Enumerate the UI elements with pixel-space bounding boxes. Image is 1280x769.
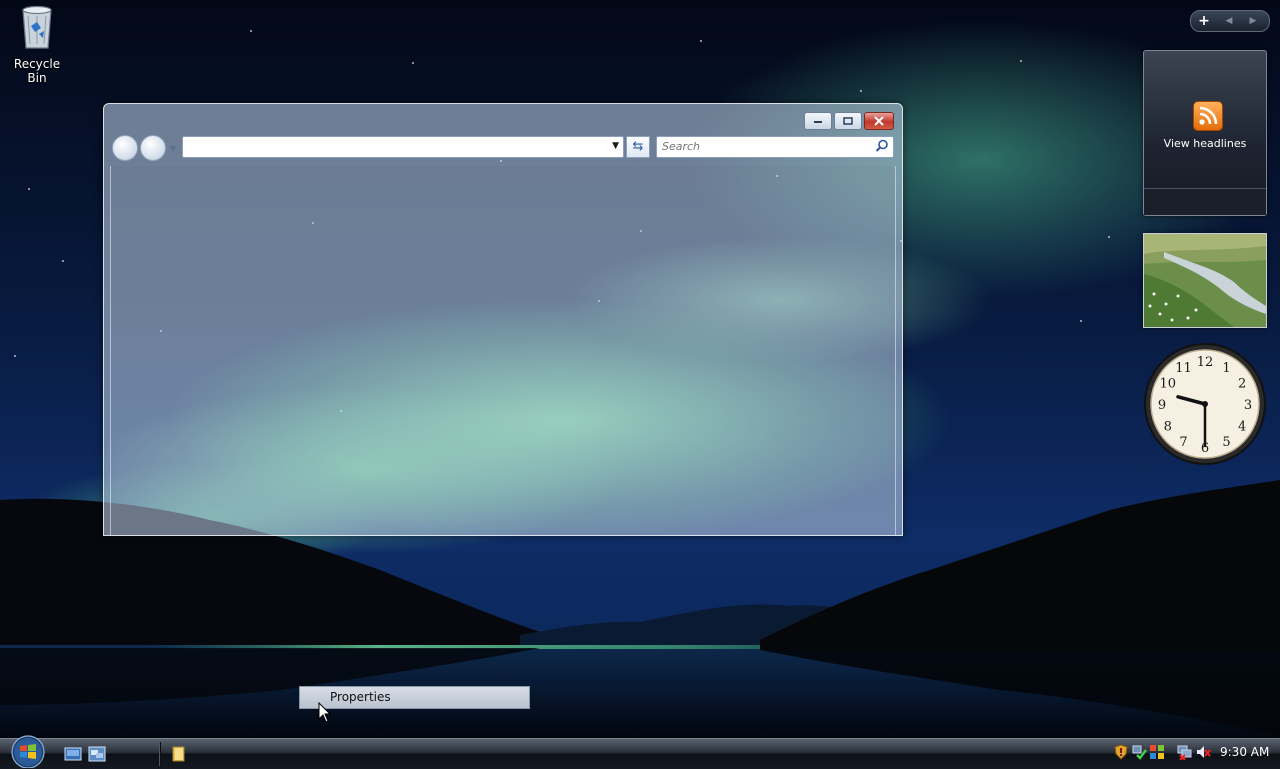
minimize-button[interactable] <box>804 112 832 130</box>
taskbar-clock[interactable]: 9:30 AM <box>1220 745 1269 759</box>
rss-feed-icon <box>1193 101 1223 131</box>
feed-gadget-footer <box>1144 188 1266 215</box>
minimize-icon <box>814 121 822 123</box>
clock-numeral: 9 <box>1158 398 1166 413</box>
sidebar-controls: + ◀ ▶ <box>1190 10 1270 32</box>
back-button[interactable] <box>112 135 138 161</box>
switch-windows-icon[interactable] <box>88 746 106 762</box>
forward-button[interactable] <box>140 135 166 161</box>
network-disconnected-icon[interactable] <box>1177 744 1193 760</box>
refresh-icon: ⇆ <box>632 139 644 154</box>
feed-headlines-gadget[interactable]: View headlines <box>1143 50 1267 216</box>
previous-page-button[interactable]: ◀ <box>1217 16 1241 26</box>
address-dropdown-icon[interactable]: ▼ <box>612 141 619 151</box>
clock-numeral: 3 <box>1244 398 1252 413</box>
window-content-pane[interactable] <box>110 166 896 535</box>
folder-icon[interactable] <box>171 746 187 762</box>
security-shield-icon[interactable] <box>1113 744 1129 760</box>
mouse-cursor-icon <box>318 702 332 723</box>
clock-numeral: 10 <box>1160 377 1177 392</box>
next-page-button[interactable]: ▶ <box>1241 16 1265 26</box>
clock-numeral: 1 <box>1222 361 1230 376</box>
landscape-photo <box>1144 234 1266 327</box>
window-controls <box>802 112 894 130</box>
taskbar <box>0 738 1280 769</box>
windows-flag-icon[interactable] <box>1149 744 1165 760</box>
clock-numeral: 2 <box>1238 377 1246 392</box>
recycle-bin-icon <box>22 5 52 49</box>
close-icon <box>874 116 884 126</box>
explorer-window[interactable]: ▼ ▼ ⇆ <box>103 103 903 536</box>
maximize-icon <box>843 117 853 125</box>
clock-numeral: 4 <box>1238 420 1246 435</box>
refresh-button[interactable]: ⇆ <box>626 136 650 158</box>
recent-pages-dropdown-icon[interactable]: ▼ <box>170 144 176 153</box>
view-headlines-label[interactable]: View headlines <box>1144 137 1266 150</box>
clock-numeral: 11 <box>1175 361 1192 376</box>
clock-gadget[interactable]: 12 1 2 3 4 5 6 7 8 9 10 11 <box>1143 342 1267 466</box>
navigation-bar: ▼ ▼ ⇆ <box>112 134 894 161</box>
slideshow-gadget[interactable] <box>1143 233 1267 328</box>
analog-clock: 12 1234567891011 <box>1144 343 1266 465</box>
recycle-bin-label: Recycle Bin <box>13 57 61 85</box>
search-box[interactable] <box>656 136 894 158</box>
properties-menu-item[interactable]: Properties <box>330 690 391 704</box>
search-icon[interactable] <box>875 139 889 153</box>
add-gadget-button[interactable]: + <box>1191 13 1217 29</box>
close-button[interactable] <box>864 112 894 130</box>
context-menu: Properties <box>299 686 530 709</box>
search-input[interactable] <box>657 137 862 155</box>
clock-numeral: 7 <box>1179 435 1187 450</box>
clock-numeral: 12 <box>1197 355 1214 370</box>
clock-numeral: 8 <box>1164 420 1172 435</box>
taskbar-separator <box>159 742 161 766</box>
start-button[interactable] <box>8 734 48 768</box>
volume-muted-icon[interactable] <box>1196 744 1212 760</box>
clock-numeral: 5 <box>1222 435 1230 450</box>
address-bar[interactable]: ▼ <box>182 136 624 158</box>
maximize-button[interactable] <box>834 112 862 130</box>
network-check-icon[interactable] <box>1131 744 1147 760</box>
recycle-bin-shortcut[interactable]: Recycle Bin <box>4 4 70 85</box>
show-desktop-icon[interactable] <box>64 746 82 762</box>
